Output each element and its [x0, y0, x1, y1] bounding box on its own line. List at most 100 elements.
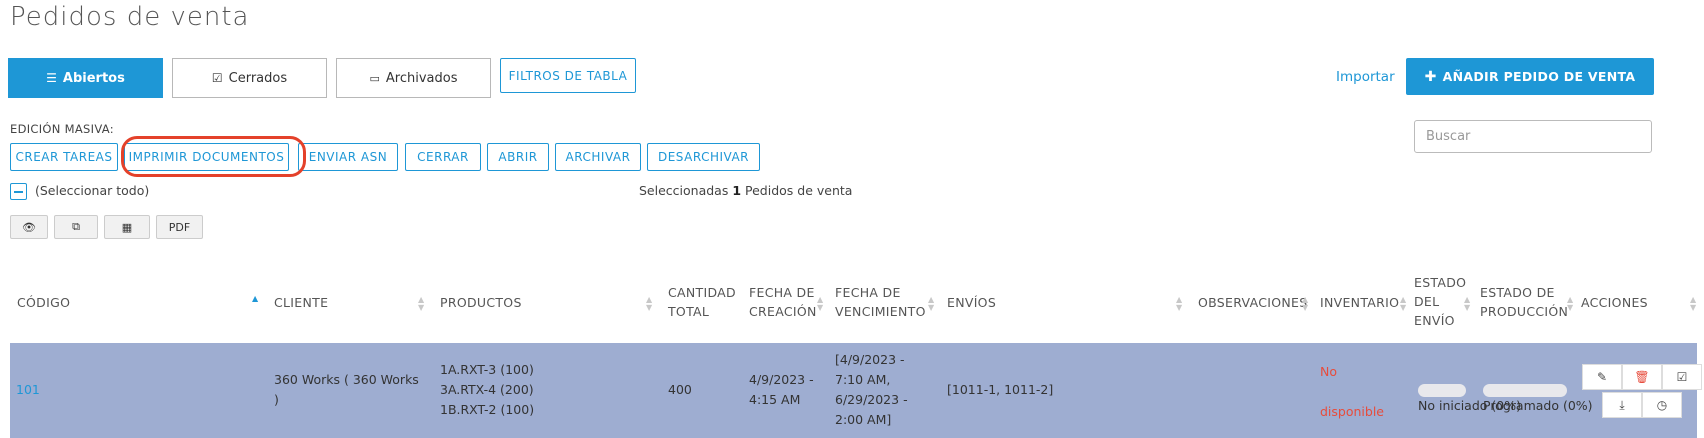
col-header-shipments[interactable]: ENVÍOS — [947, 293, 996, 312]
download-button[interactable]: ⤓ — [1602, 392, 1642, 418]
sort-icon[interactable]: ▲ ▼ — [928, 296, 934, 312]
copy-button[interactable]: ⧉ — [54, 215, 98, 239]
tab-label: Abiertos — [62, 70, 125, 86]
col-header-prod-status-line: PRODUCCIÓN — [1480, 304, 1569, 319]
import-link[interactable]: Importar — [1336, 69, 1395, 85]
product-line: 1B.RXT-2 (100) — [440, 402, 535, 417]
product-line: 3A.RTX-4 (200) — [440, 382, 534, 397]
col-header-created-line: CREACIÓN — [749, 304, 817, 319]
col-header-client[interactable]: CLIENTE — [274, 293, 328, 312]
sort-icon[interactable]: ▲ ▼ — [1400, 296, 1406, 312]
table-button[interactable]: ▦ — [104, 215, 150, 239]
client-cell: 360 Works ( 360 Works ) — [274, 370, 419, 410]
add-button-label: AÑADIR PEDIDO DE VENTA — [1442, 69, 1636, 84]
sort-asc-icon[interactable]: ▲ — [252, 295, 258, 303]
table-icon: ▦ — [121, 220, 133, 234]
col-header-qty[interactable]: CANTIDAD TOTAL — [668, 283, 736, 321]
inventory-line: No — [1320, 364, 1337, 379]
tab-label: Archivados — [385, 70, 458, 86]
open-button[interactable]: ABRIR — [487, 143, 549, 171]
archive-button[interactable]: ARCHIVAR — [555, 143, 641, 171]
col-header-qty-line: CANTIDAD — [668, 285, 736, 300]
production-status-label: Programado (0%) — [1483, 398, 1593, 413]
selection-count: Seleccionadas 1 Pedidos de venta — [639, 183, 852, 198]
tab-cerrados[interactable]: ☑ Cerrados — [172, 58, 327, 98]
col-header-due-line: FECHA DE — [835, 285, 901, 300]
sort-icon[interactable]: ▲ ▼ — [1567, 296, 1573, 312]
close-button[interactable]: CERRAR — [405, 143, 481, 171]
selection-suffix: Pedidos de venta — [745, 183, 853, 198]
col-header-prod-status[interactable]: ESTADO DE PRODUCCIÓN — [1480, 283, 1568, 321]
due-line: 6/29/2023 - — [835, 392, 908, 407]
col-header-ship-status-line: ESTADO — [1414, 275, 1467, 290]
pdf-button[interactable]: PDF — [156, 215, 203, 239]
col-header-products[interactable]: PRODUCTOS — [440, 293, 522, 312]
bulk-edit-label: EDICIÓN MASIVA: — [10, 122, 114, 136]
check-square-icon: ☑ — [1676, 370, 1688, 384]
clock-icon: ◷ — [1656, 398, 1668, 412]
select-all-label: (Seleccionar todo) — [35, 183, 150, 198]
sort-icon[interactable]: ▲ ▼ — [418, 296, 424, 312]
created-line: 4:15 AM — [749, 392, 801, 407]
col-header-qty-line: TOTAL — [668, 304, 710, 319]
col-header-prod-status-line: ESTADO DE — [1480, 285, 1555, 300]
order-code-link[interactable]: 101 — [16, 380, 40, 400]
history-button[interactable]: ◷ — [1642, 392, 1682, 418]
col-header-due[interactable]: FECHA DE VENCIMIENTO — [835, 283, 926, 321]
list-icon: ☰ — [46, 71, 57, 85]
due-cell: [4/9/2023 - 7:10 AM, 6/29/2023 - 2:00 AM… — [835, 350, 908, 430]
inbox-icon: ▭ — [369, 71, 380, 85]
sort-icon[interactable]: ▲ ▼ — [1690, 296, 1696, 312]
col-header-created-line: FECHA DE — [749, 285, 815, 300]
col-header-inventory[interactable]: INVENTARIO — [1320, 293, 1399, 312]
plus-icon: ✚ — [1424, 68, 1437, 85]
tab-abiertos[interactable]: ☰ Abiertos — [8, 58, 163, 98]
due-line: [4/9/2023 - — [835, 352, 905, 367]
edit-button[interactable]: ✎ — [1582, 364, 1622, 390]
col-header-ship-status[interactable]: ESTADO DEL ENVÍO — [1414, 273, 1466, 330]
table-filters-button[interactable]: FILTROS DE TABLA — [500, 58, 636, 93]
col-header-code[interactable]: CÓDIGO — [17, 293, 70, 312]
client-line: ) — [274, 392, 279, 407]
due-line: 7:10 AM, — [835, 372, 891, 387]
shipments-cell: [1011-1, 1011-2] — [947, 382, 1054, 397]
products-cell: 1A.RXT-3 (100) 3A.RTX-4 (200) 1B.RXT-2 (… — [440, 360, 534, 420]
product-line: 1A.RXT-3 (100) — [440, 362, 534, 377]
sort-icon[interactable]: ▲ ▼ — [646, 296, 652, 312]
col-header-created[interactable]: FECHA DE CREACIÓN — [749, 283, 817, 321]
selection-count-value: 1 — [732, 183, 742, 198]
tab-label: Cerrados — [228, 70, 288, 86]
inventory-cell: No disponible — [1320, 352, 1384, 432]
delete-button[interactable]: 🗑 — [1622, 364, 1662, 390]
view-button[interactable]: 👁 — [10, 215, 48, 239]
qty-cell: 400 — [668, 382, 692, 397]
create-tasks-button[interactable]: CREAR TAREAS — [10, 143, 118, 171]
col-header-due-line: VENCIMIENTO — [835, 304, 926, 319]
trash-icon: 🗑 — [1634, 370, 1650, 384]
search-input[interactable] — [1414, 120, 1652, 153]
selection-prefix: Seleccionadas — [639, 183, 729, 198]
complete-button[interactable]: ☑ — [1662, 364, 1702, 390]
sort-icon[interactable]: ▲ ▼ — [1302, 296, 1308, 312]
edit-icon: ✎ — [1596, 370, 1608, 384]
download-icon: ⤓ — [1619, 397, 1625, 412]
tab-archivados[interactable]: ▭ Archivados — [336, 58, 491, 98]
inventory-line: disponible — [1320, 404, 1384, 419]
add-sales-order-button[interactable]: ✚ AÑADIR PEDIDO DE VENTA — [1406, 58, 1654, 95]
col-header-ship-status-line: DEL — [1414, 294, 1440, 309]
unarchive-button[interactable]: DESARCHIVAR — [647, 143, 760, 171]
select-all-checkbox[interactable] — [10, 183, 27, 200]
col-header-notes[interactable]: OBSERVACIONES — [1198, 293, 1307, 312]
due-line: 2:00 AM] — [835, 412, 892, 427]
check-square-icon: ☑ — [211, 71, 223, 85]
created-cell: 4/9/2023 - 4:15 AM — [749, 370, 814, 410]
sort-icon[interactable]: ▲ ▼ — [817, 296, 823, 312]
sort-icon[interactable]: ▲ ▼ — [1464, 296, 1470, 312]
client-line: 360 Works ( 360 Works — [274, 372, 419, 387]
copy-icon: ⧉ — [72, 220, 80, 233]
highlight-annotation — [121, 136, 306, 177]
col-header-ship-status-line: ENVÍO — [1414, 313, 1455, 328]
eye-icon: 👁 — [22, 220, 36, 234]
sort-icon[interactable]: ▲ ▼ — [1176, 296, 1182, 312]
send-asn-button[interactable]: ENVIAR ASN — [298, 143, 398, 171]
